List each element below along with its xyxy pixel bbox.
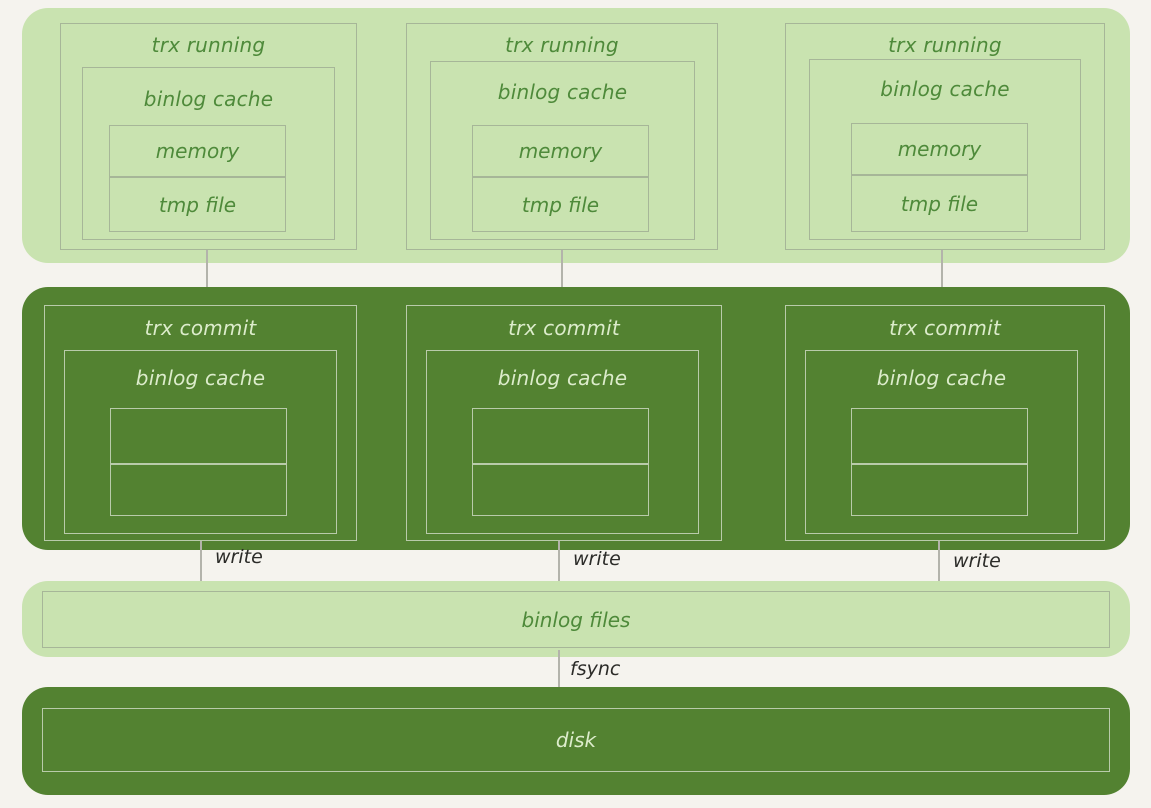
binlog-write-path-diagram: trx running binlog cache memory tmp file… <box>0 0 1151 808</box>
memory-box-2: memory <box>472 125 649 177</box>
tmp-file-box-3: tmp file <box>851 175 1028 232</box>
commit-slot-top-box-3 <box>851 408 1028 464</box>
tmp-file-label-3: tmp file <box>900 191 979 216</box>
tmp-file-label-2: tmp file <box>521 192 600 217</box>
commit-slot-top-box-1 <box>110 408 287 464</box>
commit-slot-bottom-box-3 <box>851 464 1028 516</box>
commit-slot-top-label-1 <box>111 409 286 463</box>
memory-box-3: memory <box>851 123 1028 175</box>
memory-box-1: memory <box>109 125 286 177</box>
binlog-files-box: binlog files <box>42 591 1110 648</box>
commit-slot-bottom-label-1 <box>111 465 286 515</box>
disk-box: disk <box>42 708 1110 772</box>
binlog-files-label: binlog files <box>521 607 631 632</box>
memory-label-1: memory <box>155 139 240 163</box>
disk-label: disk <box>555 728 597 752</box>
commit-slot-bottom-label-2 <box>473 465 648 515</box>
commit-slot-bottom-label-3 <box>852 465 1027 515</box>
tmp-file-box-1: tmp file <box>109 177 286 232</box>
connector-write-label-3: write <box>953 550 1001 572</box>
commit-slot-top-box-2 <box>472 408 649 464</box>
connector-write-label-2: write <box>573 548 621 570</box>
tmp-file-label-1: tmp file <box>158 192 237 217</box>
memory-label-2: memory <box>518 139 603 163</box>
connector-write-label-1: write <box>215 546 263 568</box>
memory-label-3: memory <box>897 137 982 161</box>
commit-slot-bottom-box-2 <box>472 464 649 516</box>
commit-slot-top-label-2 <box>473 409 648 463</box>
tmp-file-box-2: tmp file <box>472 177 649 232</box>
commit-slot-top-label-3 <box>852 409 1027 463</box>
connector-fsync-label: fsync <box>570 658 621 680</box>
commit-slot-bottom-box-1 <box>110 464 287 516</box>
